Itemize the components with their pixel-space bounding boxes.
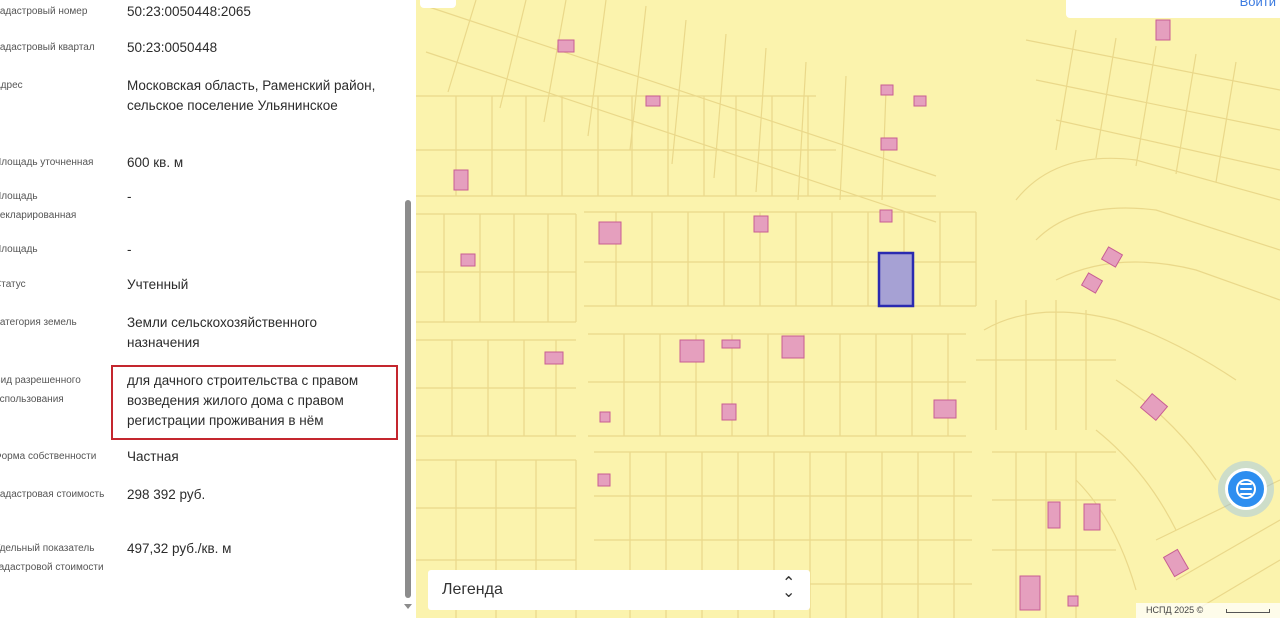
info-value: 497,32 руб./кв. м xyxy=(127,541,232,556)
map-control-button[interactable] xyxy=(420,0,456,8)
info-value: Учтенный xyxy=(127,277,189,292)
building[interactable] xyxy=(879,209,893,223)
building[interactable] xyxy=(1067,595,1079,607)
top-right-panel: Войти xyxy=(1066,0,1280,18)
info-value[interactable]: 50:23:0050448:2065 xyxy=(127,2,389,22)
building[interactable] xyxy=(913,95,927,107)
building[interactable] xyxy=(598,221,622,245)
building[interactable] xyxy=(460,253,476,267)
info-label: Кадастровый номер xyxy=(0,6,88,17)
buildings xyxy=(453,19,1190,611)
info-label: Кадастровый квартал xyxy=(0,42,95,53)
building[interactable] xyxy=(1080,272,1104,294)
legend-select[interactable]: Легенда ⌃ ⌄ xyxy=(428,570,810,610)
legend-label: Легенда xyxy=(442,581,503,598)
info-value: Земли сельскохозяйственного назначения xyxy=(127,315,318,350)
info-value: Частная xyxy=(127,449,179,464)
building[interactable] xyxy=(721,339,741,349)
info-value[interactable]: 50:23:0050448 xyxy=(127,38,389,58)
selected-parcel[interactable] xyxy=(877,251,915,308)
copyright-text: НСПД 2025 © xyxy=(1146,605,1204,615)
info-label: Вид разрешенного использования xyxy=(0,375,81,405)
building[interactable] xyxy=(880,137,898,151)
info-value: 298 392 руб. xyxy=(127,487,206,502)
building[interactable] xyxy=(1139,392,1169,422)
building[interactable] xyxy=(645,95,661,107)
info-label: Форма собственности xyxy=(0,451,97,462)
info-label: Площадь уточненная xyxy=(0,157,94,168)
parcel-lines xyxy=(416,0,1280,618)
building[interactable] xyxy=(599,411,611,423)
scroll-down-arrow-icon[interactable] xyxy=(404,604,412,609)
info-label: Категория земель xyxy=(0,317,77,328)
menu-line xyxy=(1240,483,1252,485)
building[interactable] xyxy=(544,351,564,365)
info-label: Адрес xyxy=(0,80,23,91)
menu-line xyxy=(1240,488,1252,490)
building[interactable] xyxy=(753,215,769,233)
scrollbar-thumb[interactable] xyxy=(405,200,411,598)
map-canvas[interactable] xyxy=(416,0,1280,618)
info-label: Площадь декларированная xyxy=(0,191,77,221)
building[interactable] xyxy=(933,399,957,419)
menu-list-icon xyxy=(1225,468,1267,510)
chevron-down-icon: ⌄ xyxy=(782,584,796,601)
info-panel: Кадастровый номер 50:23:0050448:2065 Кад… xyxy=(0,0,416,618)
building[interactable] xyxy=(781,335,805,359)
info-value: - xyxy=(127,189,132,204)
permitted-use-highlight xyxy=(111,365,398,440)
cadastral-map[interactable]: Войти Легенда ⌃ ⌄ НСПД 2025 © xyxy=(416,0,1280,618)
menu-button[interactable] xyxy=(1218,461,1274,517)
building[interactable] xyxy=(453,169,469,191)
building[interactable] xyxy=(557,39,575,53)
building[interactable] xyxy=(1155,19,1171,41)
building[interactable] xyxy=(597,473,611,487)
info-value: 600 кв. м xyxy=(127,155,184,170)
info-value: - xyxy=(127,242,132,257)
building[interactable] xyxy=(721,403,737,421)
login-link[interactable]: Войти xyxy=(1240,0,1276,9)
info-label: Кадастровая стоимость xyxy=(0,489,105,500)
info-label: Площадь xyxy=(0,244,38,255)
chevron-up-down-icon: ⌃ ⌄ xyxy=(782,576,795,601)
menu-line xyxy=(1240,493,1252,495)
info-label: Статус xyxy=(0,279,26,290)
scale-bar xyxy=(1226,609,1270,613)
info-label: Удельный показатель кадастровой стоимост… xyxy=(0,543,104,573)
building[interactable] xyxy=(1083,503,1101,531)
building[interactable] xyxy=(1047,501,1061,529)
building[interactable] xyxy=(1019,575,1041,611)
info-value: Московская область, Раменский район, сел… xyxy=(127,78,376,113)
building[interactable] xyxy=(1162,548,1190,578)
building[interactable] xyxy=(880,84,894,96)
building[interactable] xyxy=(679,339,705,363)
